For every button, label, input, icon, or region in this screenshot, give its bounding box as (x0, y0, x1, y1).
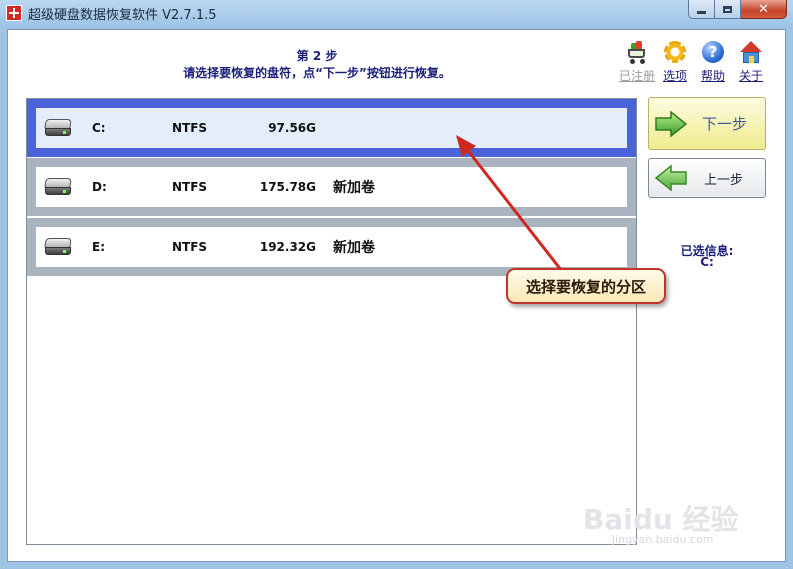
watermark-url: jingyan.baidu.com (612, 533, 714, 546)
annotation-arrow (456, 135, 588, 303)
annotation-callout: 选择要恢复的分区 (506, 268, 666, 304)
watermark-brand: Baidu 经验 (583, 503, 739, 536)
